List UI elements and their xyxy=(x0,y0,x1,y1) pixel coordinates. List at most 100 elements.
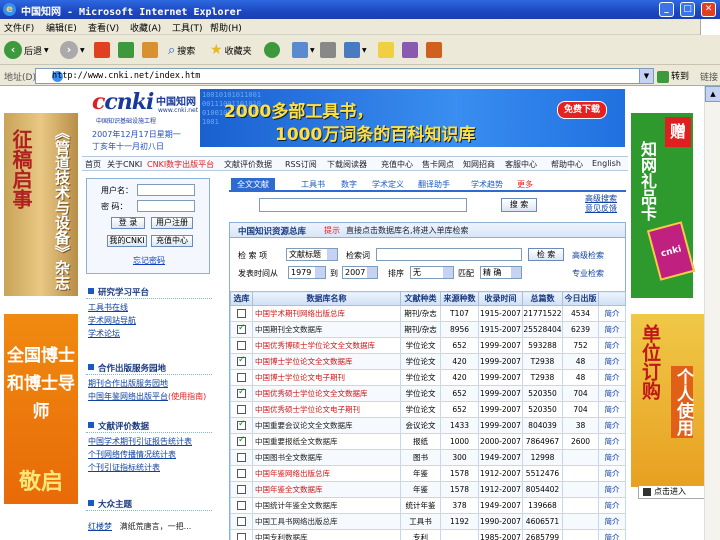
my-cnki-button[interactable]: 我的CNKI xyxy=(107,235,147,247)
nav-help[interactable]: 帮助中心 xyxy=(551,159,583,170)
nav-english[interactable]: English xyxy=(592,159,621,168)
maximize-button[interactable]: □ xyxy=(680,2,695,17)
db-checkbox[interactable] xyxy=(237,469,246,479)
minimize-button[interactable]: _ xyxy=(659,2,674,17)
forgot-password-link[interactable]: 忘记密码 xyxy=(133,255,165,266)
tab-full-text[interactable]: 全文文献 xyxy=(231,178,275,192)
edit-button[interactable]: ▼ xyxy=(344,40,367,60)
db-checkbox[interactable] xyxy=(237,435,246,447)
intro-link[interactable]: 简介 xyxy=(598,385,626,402)
intro-link[interactable]: 简介 xyxy=(598,321,626,338)
db-name-link[interactable]: 中国期刊全文数据库 xyxy=(252,321,401,338)
address-input[interactable]: http://www.cnki.net/index.htm ▼ xyxy=(35,68,654,84)
nav-about[interactable]: 关于CNKI xyxy=(107,159,142,170)
call-for-papers-ad[interactable]: 征稿启事 《管道技术与设备》杂志 xyxy=(4,113,78,296)
intro-link[interactable]: 简介 xyxy=(598,465,626,482)
intro-link[interactable]: 简介 xyxy=(598,481,626,498)
db-checkbox[interactable] xyxy=(237,419,246,431)
subscription-ad[interactable]: 单位订购 个人使用 xyxy=(631,314,709,487)
menu-view[interactable]: 查看(V) xyxy=(88,21,119,34)
tab-more[interactable]: 更多 xyxy=(517,179,533,190)
tab-trends[interactable]: 学术趋势 xyxy=(471,179,503,190)
link-dissemination-stats[interactable]: 个刊网络传播情况统计表 xyxy=(86,449,212,462)
db-checkbox[interactable] xyxy=(237,355,246,367)
db-checkbox[interactable] xyxy=(237,501,246,511)
db-checkbox[interactable] xyxy=(237,387,246,399)
db-checkbox[interactable] xyxy=(237,453,246,463)
advanced-search-label[interactable]: 高级搜索 xyxy=(585,194,617,203)
intro-link[interactable]: 简介 xyxy=(598,401,626,418)
register-button[interactable]: 用户注册 xyxy=(151,217,193,229)
db-name-link[interactable]: 中国博士学位论文电子期刊 xyxy=(252,369,401,386)
note-button[interactable] xyxy=(378,40,394,60)
print-button[interactable] xyxy=(320,40,336,60)
db-name-link[interactable]: 中国图书全文数据库 xyxy=(252,449,401,466)
history-button[interactable] xyxy=(264,40,280,60)
link-yearbook-platform[interactable]: 中国年鉴网络出版平台 xyxy=(88,392,168,401)
close-button[interactable]: ✕ xyxy=(701,2,716,17)
db-checkbox[interactable] xyxy=(237,341,246,351)
field-select[interactable]: 文献标题 xyxy=(286,248,338,261)
intro-link[interactable]: 简介 xyxy=(598,353,626,370)
nav-service[interactable]: 客服中心 xyxy=(505,159,537,170)
doctoral-ad[interactable]: 全国博士和博士导师 敬启 xyxy=(4,314,78,504)
nav-home[interactable]: 首页 xyxy=(85,159,101,170)
link-citation-indicators[interactable]: 个刊引证指标统计表 xyxy=(86,462,212,475)
menu-help[interactable]: 帮助(H) xyxy=(210,21,242,34)
nav-evaluation-data[interactable]: 文献评价数据 xyxy=(224,159,272,170)
intro-link[interactable]: 简介 xyxy=(598,513,626,530)
links-button[interactable]: 链接 xyxy=(700,70,718,83)
link-journal-cooperation[interactable]: 期刊合作出版服务园地 xyxy=(86,378,212,391)
db-name-link[interactable]: 中国年鉴全文数据库 xyxy=(252,481,401,498)
tab-translation[interactable]: 翻译助手 xyxy=(418,179,450,190)
home-button[interactable] xyxy=(142,40,158,60)
top-banner-ad[interactable]: 1001010101100100111001101010010010110101… xyxy=(200,89,625,147)
main-search-input[interactable] xyxy=(259,198,467,212)
back-button[interactable]: ‹ 后退 ▼ xyxy=(4,40,49,60)
tab-definitions[interactable]: 学术定义 xyxy=(372,179,404,190)
login-button[interactable]: 登 录 xyxy=(111,217,145,229)
main-search-button[interactable]: 搜 索 xyxy=(501,198,537,212)
db-checkbox[interactable] xyxy=(237,309,246,319)
link-academic-forum[interactable]: 学术论坛 xyxy=(86,328,212,341)
db-checkbox[interactable] xyxy=(237,533,246,540)
db-name-link[interactable]: 中国专利数据库 xyxy=(252,529,401,540)
tab-reference-books[interactable]: 工具书 xyxy=(301,179,325,190)
enter-ad-button[interactable]: 点击进入 xyxy=(638,485,708,499)
menu-tools[interactable]: 工具(T) xyxy=(172,21,203,34)
go-button[interactable]: 转到 xyxy=(657,69,689,83)
db-name-link[interactable]: 中国重要会议论文全文数据库 xyxy=(252,417,401,434)
db-name-link[interactable]: 中国博士学位论文全文数据库 xyxy=(252,353,401,370)
db-name-link[interactable]: 中国工具书网络出版总库 xyxy=(252,513,401,530)
keyword-input[interactable] xyxy=(376,248,522,261)
retrieve-button[interactable]: 检 索 xyxy=(528,248,564,261)
intro-link[interactable]: 简介 xyxy=(598,305,626,322)
db-checkbox[interactable] xyxy=(237,323,246,335)
professional-search-link[interactable]: 专业检索 xyxy=(572,268,604,279)
menu-favorites[interactable]: 收藏(A) xyxy=(130,21,161,34)
refresh-button[interactable] xyxy=(118,40,134,60)
nav-rss[interactable]: RSS订阅 xyxy=(285,159,317,170)
nav-publishing-platform[interactable]: CNKI数字出版平台 xyxy=(147,159,214,170)
cnki-logo[interactable]: ccnki 中国知网 www.cnki.net 中国知识基础设施工程 2007年… xyxy=(92,89,200,153)
db-name-link[interactable]: 中国学术期刊网络出版总库 xyxy=(252,305,401,322)
messenger-button[interactable] xyxy=(402,40,418,60)
db-checkbox[interactable] xyxy=(237,373,246,383)
feedback-link[interactable]: 意见反馈 xyxy=(585,204,617,213)
db-name-link[interactable]: 中国优秀博硕士学位论文全文数据库 xyxy=(252,337,401,354)
password-input[interactable] xyxy=(137,200,195,212)
username-input[interactable] xyxy=(137,184,195,196)
forward-button[interactable]: › ▼ xyxy=(60,40,85,60)
db-checkbox[interactable] xyxy=(237,517,246,527)
sort-select[interactable]: 无 xyxy=(410,266,454,279)
link-reference-online[interactable]: 工具书在线 xyxy=(86,302,212,315)
vertical-scrollbar[interactable]: ▲ xyxy=(704,86,720,540)
db-name-link[interactable]: 中国优秀硕士学位论文电子期刊 xyxy=(252,401,401,418)
match-select[interactable]: 精 确 xyxy=(480,266,522,279)
db-name-link[interactable]: 中国年鉴网络出版总库 xyxy=(252,465,401,482)
mail-button[interactable]: ▼ xyxy=(292,40,315,60)
intro-link[interactable]: 简介 xyxy=(598,369,626,386)
research-button[interactable] xyxy=(426,40,442,60)
db-name-link[interactable]: 中国统计年鉴全文数据库 xyxy=(252,497,401,514)
link-citation-report[interactable]: 中国学术期刊引证报告统计表 xyxy=(86,436,212,449)
